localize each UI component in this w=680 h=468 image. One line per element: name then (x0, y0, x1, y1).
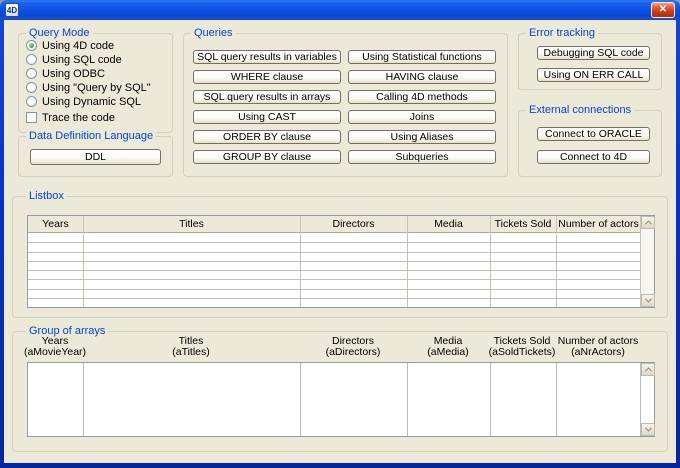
calling-4d-methods-button[interactable]: Calling 4D methods (348, 90, 496, 104)
radio-using-odbc[interactable]: Using ODBC (26, 67, 105, 80)
group-of-arrays-listbox[interactable] (27, 362, 655, 437)
table-row[interactable] (28, 271, 641, 280)
radio-button-icon (26, 82, 37, 93)
title-bar[interactable]: 4D ✕ (0, 0, 680, 20)
connect-to-oracle-button[interactable]: Connect to ORACLE (537, 127, 650, 141)
array-header-media: Media (aMedia) (408, 336, 488, 358)
chevron-down-icon (644, 425, 651, 432)
array-header-directors: Directors (aDirectors) (303, 336, 403, 358)
listbox-vertical-scrollbar[interactable] (640, 216, 654, 307)
radio-button-icon (26, 96, 37, 107)
array-header-titles: Titles (aTitles) (131, 336, 251, 358)
checkbox-icon (26, 112, 37, 123)
sql-query-results-in-arrays-button[interactable]: SQL query results in arrays (193, 90, 341, 104)
ddl-button[interactable]: DDL (30, 149, 161, 165)
subqueries-button[interactable]: Subqueries (348, 150, 496, 164)
column-divider (556, 216, 557, 307)
connect-to-4d-button[interactable]: Connect to 4D (537, 150, 650, 164)
listbox-header-row: Years Titles Directors Media Tickets Sol… (28, 216, 641, 233)
close-button[interactable]: ✕ (651, 2, 675, 18)
scroll-up-button[interactable] (641, 216, 655, 229)
having-clause-button[interactable]: HAVING clause (348, 70, 496, 84)
radio-label: Using ODBC (42, 68, 105, 80)
using-cast-button[interactable]: Using CAST (193, 110, 341, 124)
radio-button-icon (26, 40, 37, 51)
order-by-clause-button[interactable]: ORDER BY clause (193, 130, 341, 144)
using-on-err-call-button[interactable]: Using ON ERR CALL (537, 68, 650, 82)
table-row[interactable] (28, 253, 641, 262)
sql-query-results-in-variables-button[interactable]: SQL query results in variables (193, 50, 341, 64)
chevron-up-icon (644, 367, 651, 374)
column-header-years[interactable]: Years (28, 216, 83, 232)
radio-using-4d-code[interactable]: Using 4D code (26, 39, 114, 52)
checkbox-trace-the-code[interactable]: Trace the code (26, 111, 115, 124)
group-title: Query Mode (26, 27, 93, 39)
listbox-body (28, 234, 641, 307)
window-body: Query Mode Using 4D code Using SQL code … (4, 20, 676, 463)
arrays-vertical-scrollbar[interactable] (640, 363, 654, 436)
listbox-table[interactable]: Years Titles Directors Media Tickets Sol… (27, 215, 655, 308)
radio-label: Using "Query by SQL" (42, 82, 151, 94)
table-row[interactable] (28, 290, 641, 299)
column-header-number-of-actors[interactable]: Number of actors (556, 216, 641, 232)
array-variable-name: (aNrActors) (571, 346, 625, 358)
debugging-sql-code-button[interactable]: Debugging SQL code (537, 46, 650, 60)
scroll-down-button[interactable] (641, 423, 655, 436)
column-divider (83, 216, 84, 307)
group-title: Queries (191, 27, 236, 39)
column-divider (407, 363, 408, 436)
using-aliases-button[interactable]: Using Aliases (348, 130, 496, 144)
array-header-years: Years (aMovieYear) (15, 336, 95, 358)
column-divider (83, 363, 84, 436)
radio-using-sql-code[interactable]: Using SQL code (26, 53, 122, 66)
array-variable-name: (aMedia) (427, 346, 468, 358)
column-header-directors[interactable]: Directors (300, 216, 407, 232)
table-row[interactable] (28, 299, 641, 307)
radio-label: Using Dynamic SQL (42, 96, 141, 108)
table-row[interactable] (28, 234, 641, 243)
column-divider (300, 216, 301, 307)
scroll-up-button[interactable] (641, 363, 655, 376)
table-row[interactable] (28, 262, 641, 271)
column-header-media[interactable]: Media (407, 216, 490, 232)
app-icon: 4D (5, 3, 19, 17)
where-clause-button[interactable]: WHERE clause (193, 70, 341, 84)
column-divider (556, 363, 557, 436)
group-title: Error tracking (526, 27, 598, 39)
column-divider (490, 363, 491, 436)
group-by-clause-button[interactable]: GROUP BY clause (193, 150, 341, 164)
radio-button-icon (26, 68, 37, 79)
array-variable-name: (aTitles) (172, 346, 210, 358)
column-divider (490, 216, 491, 307)
column-divider (407, 216, 408, 307)
radio-using-query-by-sql[interactable]: Using "Query by SQL" (26, 81, 151, 94)
column-header-tickets-sold[interactable]: Tickets Sold (490, 216, 556, 232)
table-row[interactable] (28, 280, 641, 289)
chevron-up-icon (644, 220, 651, 227)
group-title: Data Definition Language (26, 130, 156, 142)
radio-label: Using SQL code (42, 54, 122, 66)
array-variable-name: (aMovieYear) (24, 346, 86, 358)
app-window: 4D ✕ Query Mode Using 4D code Using SQL … (0, 0, 680, 468)
array-header-number-of-actors: Number of actors (aNrActors) (543, 336, 653, 358)
joins-button[interactable]: Joins (348, 110, 496, 124)
group-external-connections: External connections (518, 110, 662, 177)
radio-button-icon (26, 54, 37, 65)
chevron-down-icon (644, 296, 651, 303)
table-row[interactable] (28, 243, 641, 252)
scroll-down-button[interactable] (641, 294, 655, 307)
close-icon: ✕ (659, 5, 667, 15)
group-title: External connections (526, 104, 634, 116)
array-variable-name: (aDirectors) (326, 346, 381, 358)
radio-using-dynamic-sql[interactable]: Using Dynamic SQL (26, 95, 141, 108)
radio-label: Using 4D code (42, 40, 114, 52)
checkbox-label: Trace the code (42, 112, 115, 124)
column-header-titles[interactable]: Titles (83, 216, 300, 232)
using-statistical-functions-button[interactable]: Using Statistical functions (348, 50, 496, 64)
group-title: Listbox (26, 190, 67, 202)
column-divider (300, 363, 301, 436)
